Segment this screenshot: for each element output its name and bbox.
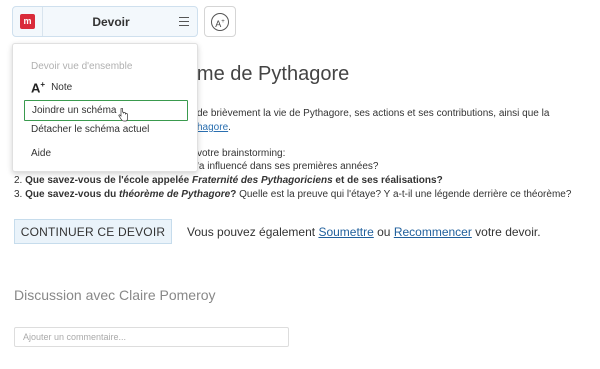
pythagore-link[interactable]: hagore bbox=[197, 122, 228, 133]
submit-link[interactable]: Soumettre bbox=[318, 225, 373, 239]
menu-item-help[interactable]: Aide bbox=[24, 143, 188, 164]
question-2: 2. Que savez-vous de l'école appelée Fra… bbox=[14, 175, 443, 186]
continue-assignment-button[interactable]: CONTINUER CE DEVOIR bbox=[14, 219, 172, 244]
font-size-button[interactable]: A+ bbox=[204, 6, 236, 37]
assignment-menu: Devoir vue d'ensemble A+ Note Joindre un … bbox=[12, 43, 198, 172]
question-1-tail: 'a influencé dans ses premières années? bbox=[197, 161, 379, 172]
brainstorm-instruction: votre brainstorming: bbox=[197, 148, 286, 159]
hand-cursor-icon bbox=[118, 108, 128, 122]
intro-text: de brièvement la vie de Pythagore, ses a… bbox=[197, 108, 550, 119]
menu-item-detach-diagram[interactable]: Détacher le schéma actuel bbox=[24, 119, 188, 140]
intro-text-line-2: hagore. bbox=[197, 122, 231, 133]
app-logo[interactable]: m bbox=[13, 7, 43, 36]
discussion-title: Discussion avec Claire Pomeroy bbox=[14, 287, 216, 303]
logo-icon: m bbox=[20, 14, 35, 29]
assignment-toolbar: m Devoir bbox=[12, 6, 198, 37]
font-size-icon: A+ bbox=[211, 12, 229, 31]
menu-item-attach-diagram[interactable]: Joindre un schéma bbox=[24, 100, 188, 121]
submit-restart-line: Vous pouvez également Soumettre ou Recom… bbox=[187, 225, 541, 239]
question-3: 3. Que savez-vous du théorème de Pythago… bbox=[14, 189, 572, 200]
comment-input[interactable] bbox=[14, 327, 289, 347]
restart-link[interactable]: Recommencer bbox=[394, 225, 472, 239]
note-icon: A+ bbox=[31, 79, 46, 96]
hamburger-menu-icon[interactable] bbox=[171, 7, 197, 36]
toolbar-title: Devoir bbox=[92, 14, 130, 29]
menu-item-note[interactable]: A+ Note bbox=[24, 77, 188, 98]
menu-header: Devoir vue d'ensemble bbox=[31, 61, 133, 72]
